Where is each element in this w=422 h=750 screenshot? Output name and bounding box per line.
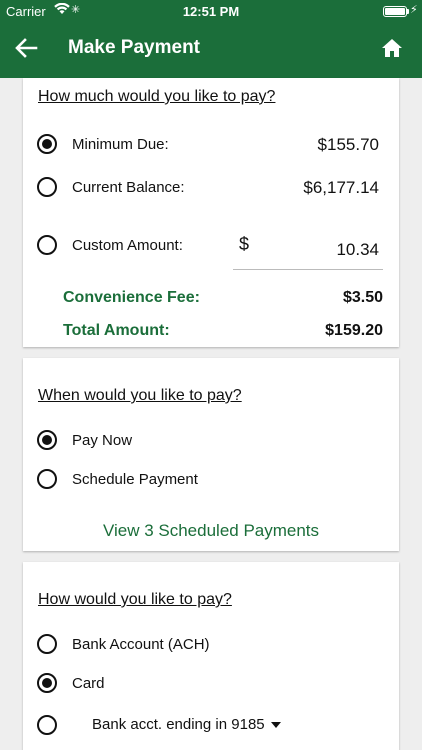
pay-now-label: Pay Now (72, 431, 133, 449)
payment-method-card: How would you like to pay? Bank Account … (23, 562, 399, 750)
total-amount-value: $159.20 (325, 322, 383, 339)
minimum-due-label: Minimum Due: (72, 135, 169, 153)
battery-tip-icon (407, 9, 409, 14)
method-heading: How would you like to pay? (38, 591, 232, 608)
caret-down-icon (270, 721, 281, 728)
custom-amount-radio[interactable] (37, 235, 57, 255)
convenience-fee-label: Convenience Fee: (63, 289, 200, 306)
pay-now-radio[interactable] (37, 430, 57, 450)
total-amount-label: Total Amount: (63, 322, 170, 339)
schedule-payment-label: Schedule Payment (72, 470, 198, 488)
account-dropdown[interactable]: Bank acct. ending in 9185 (92, 716, 281, 733)
status-bar: Carrier ✳ 12:51 PM ⚡ (0, 0, 422, 22)
view-scheduled-payments-link[interactable]: View 3 Scheduled Payments (23, 521, 399, 541)
option-saved-account[interactable] (37, 714, 57, 736)
status-time: 12:51 PM (182, 4, 240, 19)
option-current-balance[interactable]: Current Balance: (37, 176, 185, 198)
option-minimum-due[interactable]: Minimum Due: (37, 133, 169, 155)
option-bank-account[interactable]: Bank Account (ACH) (37, 633, 210, 655)
option-custom-amount[interactable]: Custom Amount: (37, 234, 183, 256)
page-title: Make Payment (68, 37, 201, 58)
current-balance-value: $6,177.14 (303, 178, 379, 197)
amount-heading: How much would you like to pay? (38, 88, 276, 105)
back-arrow-icon[interactable] (12, 34, 40, 62)
minimum-due-radio[interactable] (37, 134, 57, 154)
battery-icon (383, 6, 407, 17)
account-dropdown-label: Bank acct. ending in 9185 (92, 716, 265, 733)
card-label: Card (72, 674, 105, 692)
card-radio[interactable] (37, 673, 57, 693)
schedule-payment-radio[interactable] (37, 469, 57, 489)
option-card[interactable]: Card (37, 672, 105, 694)
timing-heading: When would you like to pay? (38, 387, 242, 404)
current-balance-label: Current Balance: (72, 178, 185, 196)
convenience-fee-value: $3.50 (342, 289, 383, 306)
option-schedule-payment[interactable]: Schedule Payment (37, 468, 198, 490)
saved-account-radio[interactable] (37, 715, 57, 735)
custom-amount-input[interactable] (233, 230, 383, 270)
payment-amount-card: How much would you like to pay? Minimum … (23, 78, 399, 347)
home-icon[interactable] (380, 36, 404, 60)
bank-account-radio[interactable] (37, 634, 57, 654)
payment-timing-card: When would you like to pay? Pay Now Sche… (23, 358, 399, 551)
minimum-due-value: $155.70 (317, 135, 379, 154)
bank-account-label: Bank Account (ACH) (72, 635, 210, 653)
current-balance-radio[interactable] (37, 177, 57, 197)
custom-amount-label: Custom Amount: (72, 236, 183, 254)
option-pay-now[interactable]: Pay Now (37, 429, 132, 451)
charging-bolt-icon: ⚡ (410, 4, 418, 16)
nav-bar: Make Payment (0, 22, 422, 78)
